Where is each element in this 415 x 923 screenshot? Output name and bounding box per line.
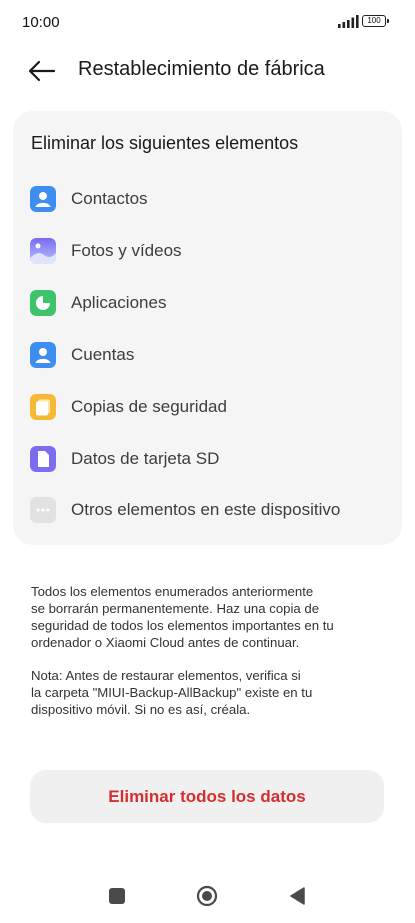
home-icon[interactable] (196, 885, 218, 907)
battery-icon: 100 (362, 15, 389, 27)
notice-paragraph: Todos los elementos enumerados anteriorm… (31, 584, 334, 650)
backup-icon (30, 394, 56, 420)
item-label: Cuentas (71, 345, 135, 364)
note-paragraph: Nota: Antes de restaurar elementos, veri… (31, 668, 313, 717)
page-title: Restablecimiento de fábrica (78, 58, 325, 80)
signal-icon (338, 15, 359, 28)
account-icon (30, 342, 56, 368)
status-time: 10:00 (22, 14, 60, 31)
erase-all-button[interactable]: Eliminar todos los datos (30, 770, 384, 823)
item-accounts: Cuentas (13, 334, 402, 374)
navigation-bar (0, 870, 415, 923)
item-apps: Aplicaciones (13, 282, 402, 322)
sd-card-icon (30, 446, 56, 472)
item-label: Otros elementos en este dispositivo (71, 500, 341, 519)
back-arrow-icon[interactable] (26, 56, 58, 86)
item-photos: Fotos y vídeos (13, 230, 402, 270)
item-label: Datos de tarjeta SD (71, 449, 220, 468)
apps-icon (30, 290, 56, 316)
items-card: Eliminar los siguientes elementos Contac… (13, 111, 402, 545)
card-title: Eliminar los siguientes elementos (31, 133, 299, 153)
item-label: Copias de seguridad (71, 397, 227, 416)
contact-icon (30, 186, 56, 212)
gallery-icon (30, 238, 56, 264)
item-label: Fotos y vídeos (71, 241, 182, 260)
recents-icon[interactable] (109, 888, 125, 904)
item-other: Otros elementos en este dispositivo (13, 489, 402, 529)
battery-level: 100 (367, 16, 381, 25)
item-backups: Copias de seguridad (13, 386, 402, 426)
item-label: Aplicaciones (71, 293, 167, 312)
item-sd-card: Datos de tarjeta SD (13, 438, 402, 478)
status-bar: 10:00 100 (0, 0, 415, 44)
item-label: Contactos (71, 189, 148, 208)
header: Restablecimiento de fábrica (0, 48, 415, 96)
more-icon (30, 497, 56, 523)
back-triangle-icon[interactable] (288, 886, 306, 906)
item-contacts: Contactos (13, 178, 402, 218)
